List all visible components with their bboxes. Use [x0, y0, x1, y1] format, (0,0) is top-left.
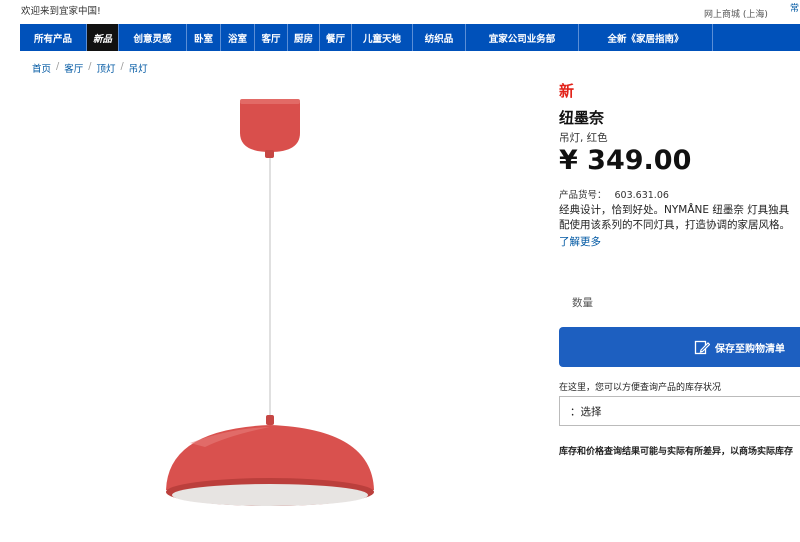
nav-item-inspiration[interactable]: 创意灵感: [119, 24, 187, 51]
store-location-link[interactable]: 网上商城 (上海): [704, 7, 768, 20]
product-price: ¥ 349.00: [559, 145, 692, 176]
store-select[interactable]: ：选择: [559, 396, 800, 426]
nav-item-bathroom[interactable]: 浴室: [221, 24, 255, 51]
breadcrumb: 首页 / 客厅 / 顶灯 / 吊灯: [32, 61, 148, 75]
article-number: 产品货号： 603.631.06: [559, 187, 669, 201]
nav-item-business[interactable]: 宜家公司业务部: [466, 24, 579, 51]
stock-hint: 在这里，您可以方便查询产品的库存状况: [559, 383, 722, 393]
main-navigation: 所有产品 新品 创意灵感 卧室 浴室 客厅 厨房 餐厅 儿童天地 纺织品 宜家公…: [20, 24, 800, 51]
quantity-label: 数量: [572, 297, 593, 309]
product-name: 纽墨奈: [559, 109, 605, 127]
breadcrumb-living-room[interactable]: 客厅: [64, 61, 83, 75]
nav-item-textiles[interactable]: 纺织品: [413, 24, 466, 51]
product-subtitle: 吊灯, 红色: [559, 132, 608, 144]
product-description: 经典设计，恰到好处。NYMÅNE 纽墨奈 灯具独具 配使用该系列的不同灯具，打造…: [559, 203, 800, 233]
breadcrumb-separator: /: [88, 61, 92, 72]
stock-disclaimer: 库存和价格查询结果可能与实际有所差异，以商场实际库存: [559, 447, 794, 457]
description-line: 配使用该系列的不同灯具，打造协调的家居风格。: [559, 219, 790, 231]
breadcrumb-separator: /: [120, 61, 124, 72]
welcome-text: 欢迎来到宜家中国!: [21, 6, 101, 17]
edit-list-icon: [694, 340, 710, 355]
nav-item-children[interactable]: 儿童天地: [352, 24, 413, 51]
breadcrumb-separator: /: [56, 61, 60, 72]
save-button-label: 保存至购物清单: [715, 343, 785, 355]
breadcrumb-home[interactable]: 首页: [32, 61, 51, 75]
nav-item-new[interactable]: 新品: [87, 24, 119, 51]
nav-item-bedroom[interactable]: 卧室: [187, 24, 221, 51]
nav-item-all-products[interactable]: 所有产品: [20, 24, 87, 51]
nav-item-dining[interactable]: 餐厅: [320, 24, 352, 51]
product-image[interactable]: [150, 95, 400, 525]
top-utility-bar: 欢迎来到宜家中国! 网上商城 (上海) 常: [0, 0, 800, 24]
learn-more-link[interactable]: 了解更多: [559, 234, 601, 249]
breadcrumb-ceiling-lights[interactable]: 顶灯: [96, 61, 115, 75]
nav-item-kitchen[interactable]: 厨房: [288, 24, 320, 51]
article-label: 产品货号：: [559, 190, 607, 201]
article-value: 603.631.06: [614, 190, 669, 201]
new-badge: 新: [559, 82, 575, 100]
help-link[interactable]: 常: [790, 1, 799, 14]
nav-item-living-room[interactable]: 客厅: [255, 24, 288, 51]
pendant-lamp-illustration: [166, 99, 374, 506]
save-to-shopping-list-button[interactable]: 保存至购物清单: [559, 327, 800, 367]
description-line: 经典设计，恰到好处。NYMÅNE 纽墨奈 灯具独具: [559, 204, 790, 216]
breadcrumb-pendant-lamps[interactable]: 吊灯: [129, 61, 148, 75]
nav-item-catalogue[interactable]: 全新《家居指南》: [579, 24, 713, 51]
